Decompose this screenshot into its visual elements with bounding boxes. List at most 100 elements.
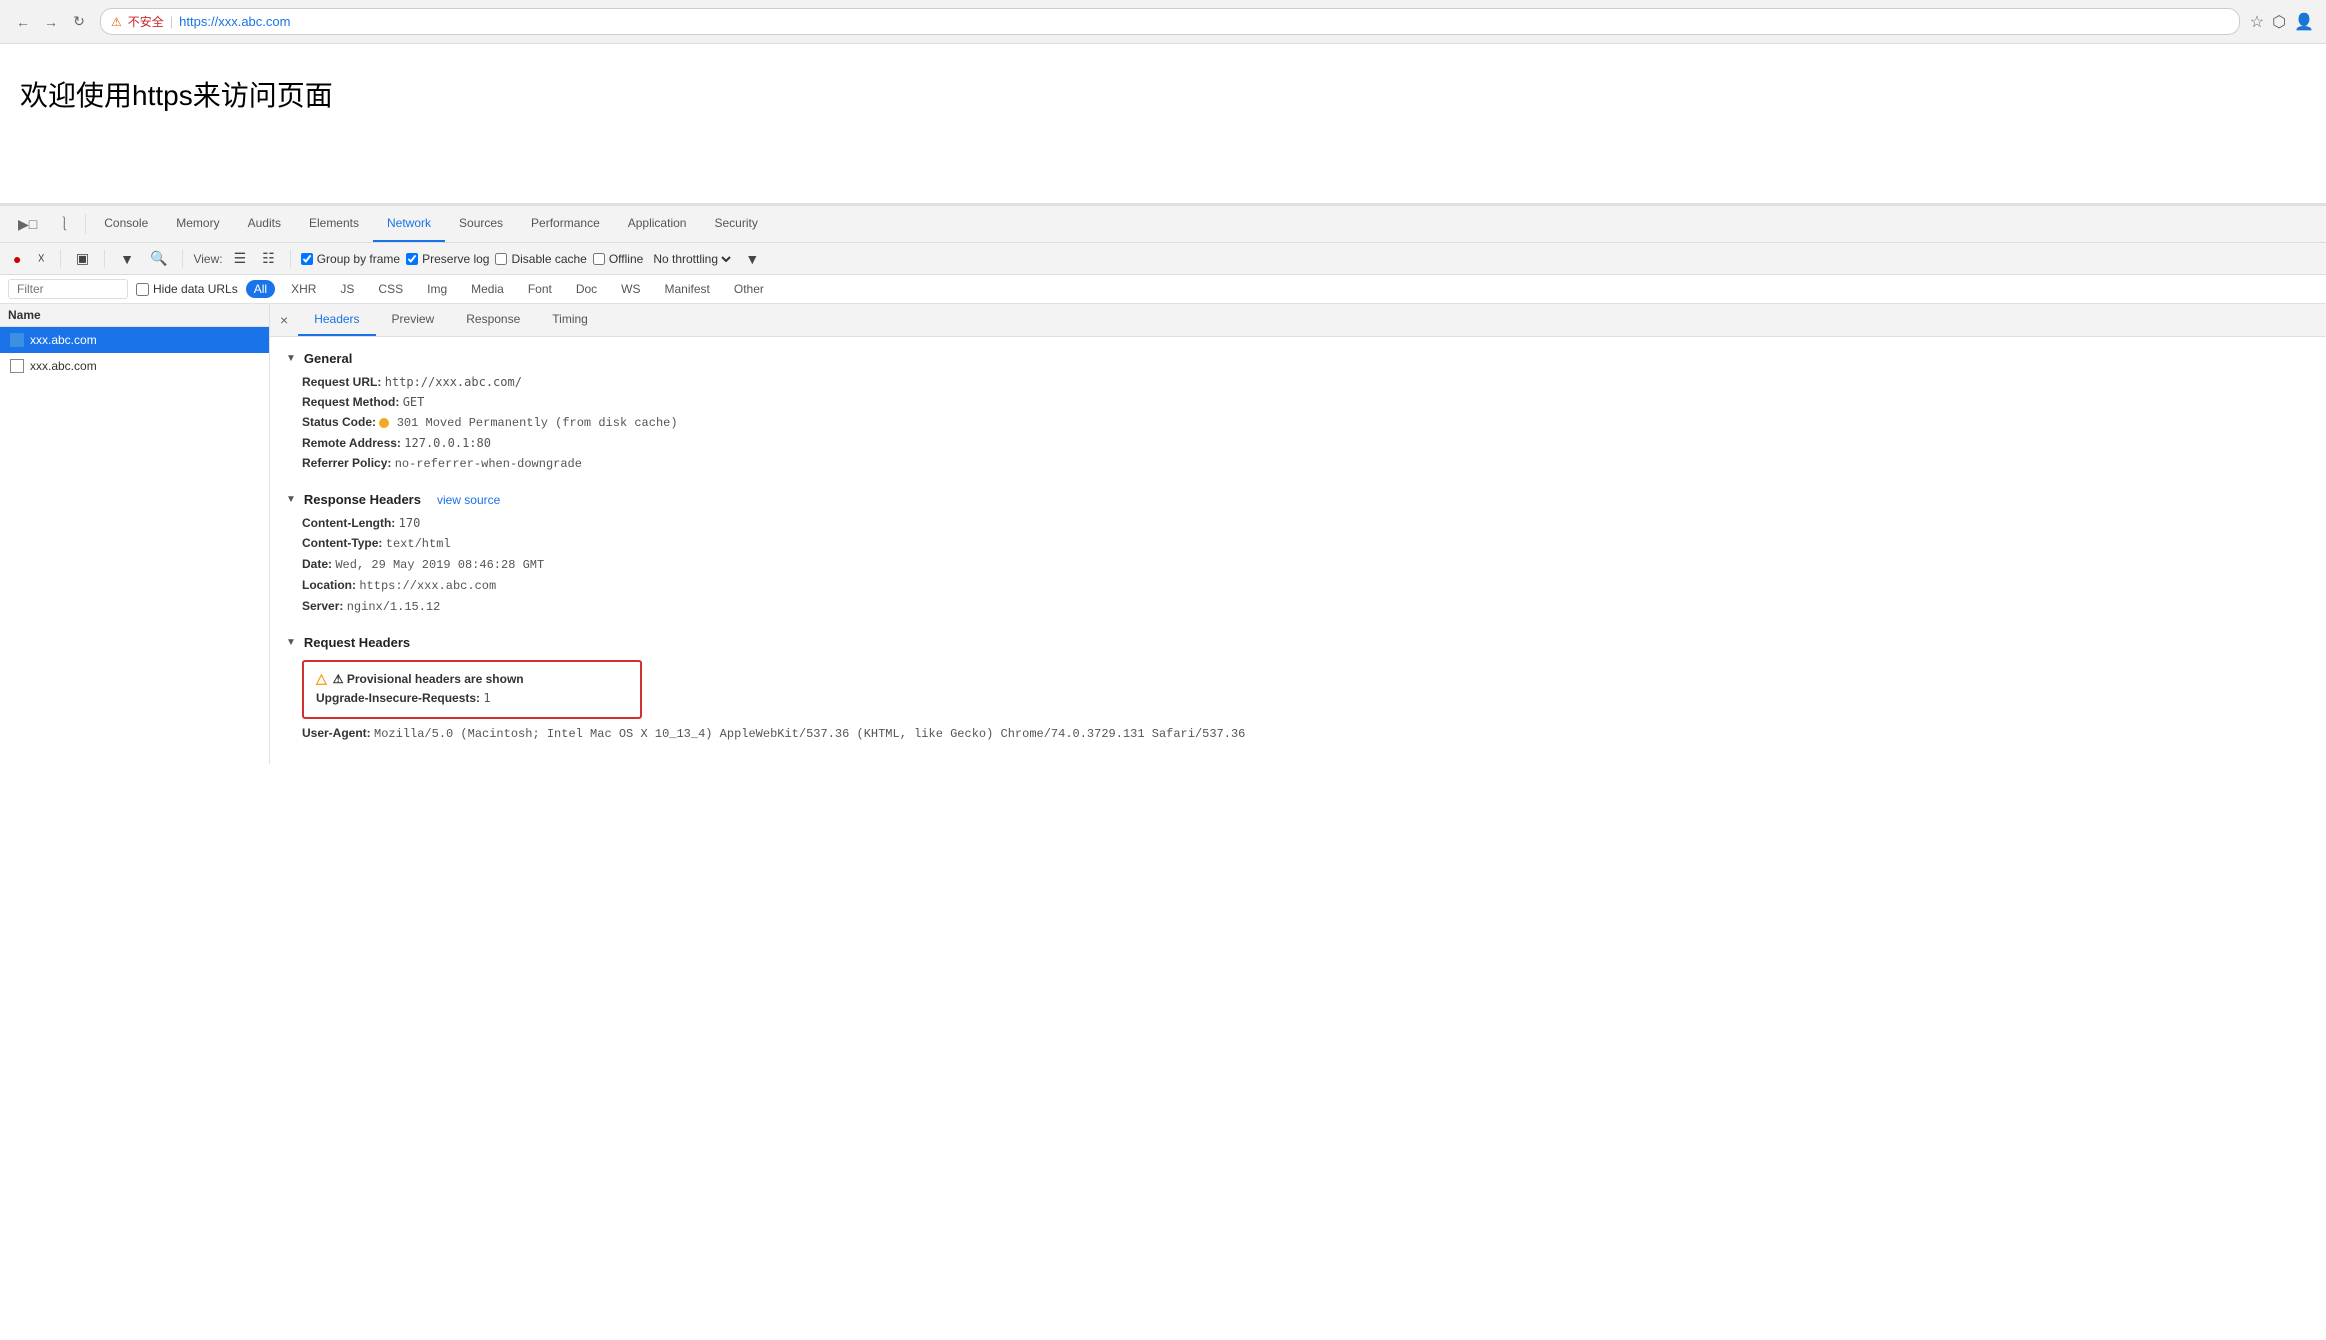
request-item-0[interactable]: xxx.abc.com	[0, 327, 269, 353]
filter-input[interactable]	[8, 279, 128, 299]
address-bar[interactable]: ⚠ 不安全 | https://xxx.abc.com	[100, 8, 2240, 35]
content-type-key: Content-Type:	[302, 536, 382, 550]
group-by-frame-label[interactable]: Group by frame	[301, 252, 400, 266]
tab-performance[interactable]: Performance	[517, 206, 614, 242]
filter-type-img[interactable]: Img	[419, 280, 455, 298]
user-agent-key: User-Agent:	[302, 726, 371, 740]
reload-button[interactable]: ↻	[68, 11, 90, 33]
general-status-code-row: Status Code: 301 Moved Permanently (from…	[286, 412, 2310, 433]
content-length-key: Content-Length:	[302, 516, 395, 530]
location-value: https://xxx.abc.com	[359, 579, 496, 593]
record-button[interactable]: ●	[8, 248, 26, 270]
upgrade-insecure-value: 1	[483, 691, 490, 705]
filter-type-css[interactable]: CSS	[370, 280, 411, 298]
filter-type-manifest[interactable]: Manifest	[657, 280, 718, 298]
search-button[interactable]: 🔍	[145, 247, 172, 270]
filter-type-doc[interactable]: Doc	[568, 280, 605, 298]
general-section-triangle: ▼	[286, 353, 296, 364]
general-request-method-row: Request Method: GET	[286, 392, 2310, 412]
provisional-headers-warning: △ ⚠ Provisional headers are shown Upgrad…	[302, 660, 642, 719]
detail-tab-response[interactable]: Response	[450, 304, 536, 336]
url-domain: xxx.abc.com	[218, 14, 290, 29]
general-request-url-row: Request URL: http://xxx.abc.com/	[286, 372, 2310, 392]
back-button[interactable]: ←	[12, 11, 34, 33]
disable-cache-text: Disable cache	[511, 252, 586, 266]
filter-type-js[interactable]: JS	[332, 280, 362, 298]
filter-type-all[interactable]: All	[246, 280, 275, 298]
general-section-header[interactable]: ▼ General	[286, 345, 2310, 372]
disable-cache-checkbox[interactable]	[495, 253, 507, 265]
capture-screenshots-button[interactable]: ▣	[71, 247, 94, 270]
request-method-value: GET	[403, 395, 425, 409]
account-icon[interactable]: 👤	[2294, 12, 2314, 32]
select-element-icon[interactable]: ▶□	[8, 208, 47, 241]
security-warning-icon: ⚠	[111, 15, 122, 29]
tab-console[interactable]: Console	[90, 206, 162, 242]
clear-button[interactable]: ☓	[32, 247, 49, 270]
bookmark-icon[interactable]: ☆	[2250, 12, 2264, 32]
filter-type-media[interactable]: Media	[463, 280, 512, 298]
list-view-button[interactable]: ☰	[229, 247, 252, 270]
throttling-dropdown-icon[interactable]: ▼	[740, 248, 764, 270]
status-dot	[379, 418, 389, 428]
detail-close-button[interactable]: ×	[270, 306, 298, 334]
detail-panel: × Headers Preview Response Timing ▼ Gene…	[270, 304, 2326, 764]
tab-sources[interactable]: Sources	[445, 206, 517, 242]
tab-network[interactable]: Network	[373, 206, 445, 242]
devtools-tabs: ▶□ ⎱ Console Memory Audits Elements Netw…	[0, 206, 2326, 243]
filter-type-xhr[interactable]: XHR	[283, 280, 324, 298]
tab-security[interactable]: Security	[700, 206, 771, 242]
request-method-key: Request Method:	[302, 395, 399, 409]
throttling-select[interactable]: No throttling	[649, 251, 734, 267]
cast-icon[interactable]: ⬡	[2272, 12, 2286, 32]
tab-application[interactable]: Application	[614, 206, 701, 242]
filter-type-font[interactable]: Font	[520, 280, 560, 298]
devtools: ▶□ ⎱ Console Memory Audits Elements Netw…	[0, 204, 2326, 764]
offline-text: Offline	[609, 252, 643, 266]
offline-checkbox[interactable]	[593, 253, 605, 265]
disable-cache-label[interactable]: Disable cache	[495, 252, 586, 266]
filter-button[interactable]: ▼	[115, 248, 139, 270]
request-item-1[interactable]: xxx.abc.com	[0, 353, 269, 379]
view-source-link[interactable]: view source	[437, 493, 500, 507]
tab-memory[interactable]: Memory	[162, 206, 233, 242]
toolbar-sep-4	[290, 250, 291, 268]
large-view-button[interactable]: ☷	[257, 247, 280, 270]
url-text: https://xxx.abc.com	[179, 14, 290, 29]
tab-audits[interactable]: Audits	[234, 206, 295, 242]
forward-button[interactable]: →	[40, 11, 62, 33]
hide-data-urls-label[interactable]: Hide data URLs	[136, 282, 238, 296]
content-type-value: text/html	[386, 537, 451, 551]
detail-tab-headers[interactable]: Headers	[298, 304, 375, 336]
preserve-log-checkbox[interactable]	[406, 253, 418, 265]
response-content-length-row: Content-Length: 170	[286, 513, 2310, 533]
detail-tabs: × Headers Preview Response Timing	[270, 304, 2326, 337]
content-length-value: 170	[399, 516, 421, 530]
request-headers-triangle: ▼	[286, 637, 296, 648]
request-headers-section-header[interactable]: ▼ Request Headers	[286, 629, 2310, 656]
response-headers-section-header[interactable]: ▼ Response Headers view source	[286, 486, 2310, 513]
detail-tab-timing[interactable]: Timing	[536, 304, 604, 336]
filter-type-ws[interactable]: WS	[613, 280, 648, 298]
filter-type-other[interactable]: Other	[726, 280, 772, 298]
request-list: Name xxx.abc.com xxx.abc.com	[0, 304, 270, 764]
provisional-warning-title: △ ⚠ Provisional headers are shown	[316, 670, 628, 687]
preserve-log-label[interactable]: Preserve log	[406, 252, 489, 266]
group-by-frame-checkbox[interactable]	[301, 253, 313, 265]
detail-tab-preview[interactable]: Preview	[376, 304, 451, 336]
tab-elements[interactable]: Elements	[295, 206, 373, 242]
status-code-key: Status Code:	[302, 415, 376, 429]
toolbar-sep-1	[60, 250, 61, 268]
hide-data-urls-text: Hide data URLs	[153, 282, 238, 296]
offline-label[interactable]: Offline	[593, 252, 643, 266]
devtools-main: Name xxx.abc.com xxx.abc.com × Headers P…	[0, 304, 2326, 764]
response-location-row: Location: https://xxx.abc.com	[286, 575, 2310, 596]
request-headers-label: Request Headers	[304, 635, 410, 650]
provisional-warning-text: ⚠ Provisional headers are shown	[333, 672, 524, 686]
response-headers-label: Response Headers	[304, 492, 421, 507]
hide-data-urls-checkbox[interactable]	[136, 283, 149, 296]
request-item-icon-1	[10, 359, 24, 373]
general-remote-address-row: Remote Address: 127.0.0.1:80	[286, 433, 2310, 453]
headers-content: ▼ General Request URL: http://xxx.abc.co…	[270, 337, 2326, 752]
device-toolbar-icon[interactable]: ⎱	[47, 206, 81, 242]
